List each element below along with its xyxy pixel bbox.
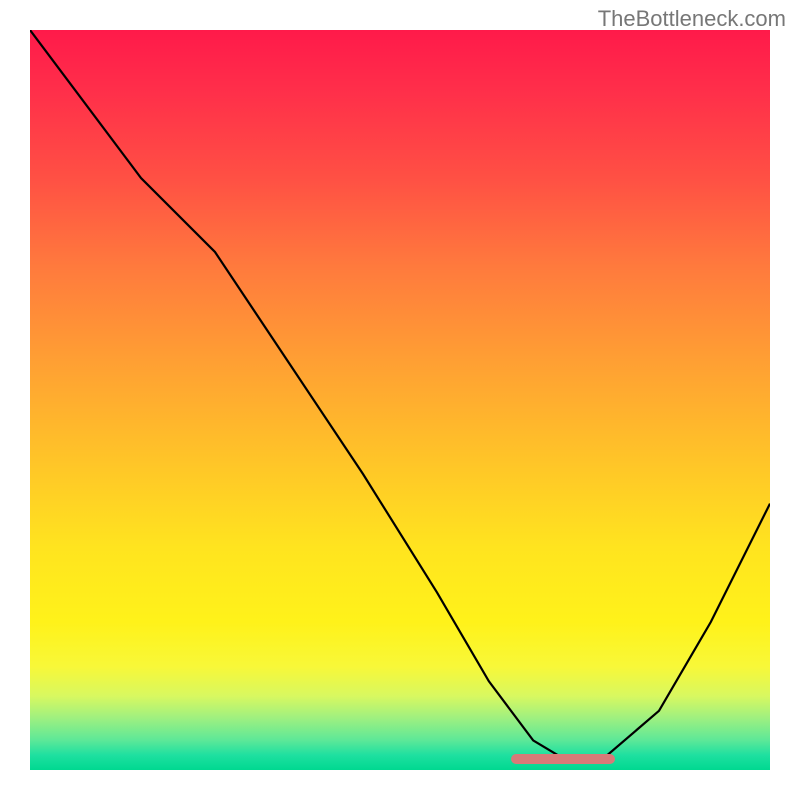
bottleneck-curve-line <box>30 30 770 763</box>
chart-plot-area <box>30 30 770 770</box>
optimal-range-marker <box>511 754 615 764</box>
watermark-text: TheBottleneck.com <box>598 6 786 32</box>
chart-line-layer <box>30 30 770 770</box>
